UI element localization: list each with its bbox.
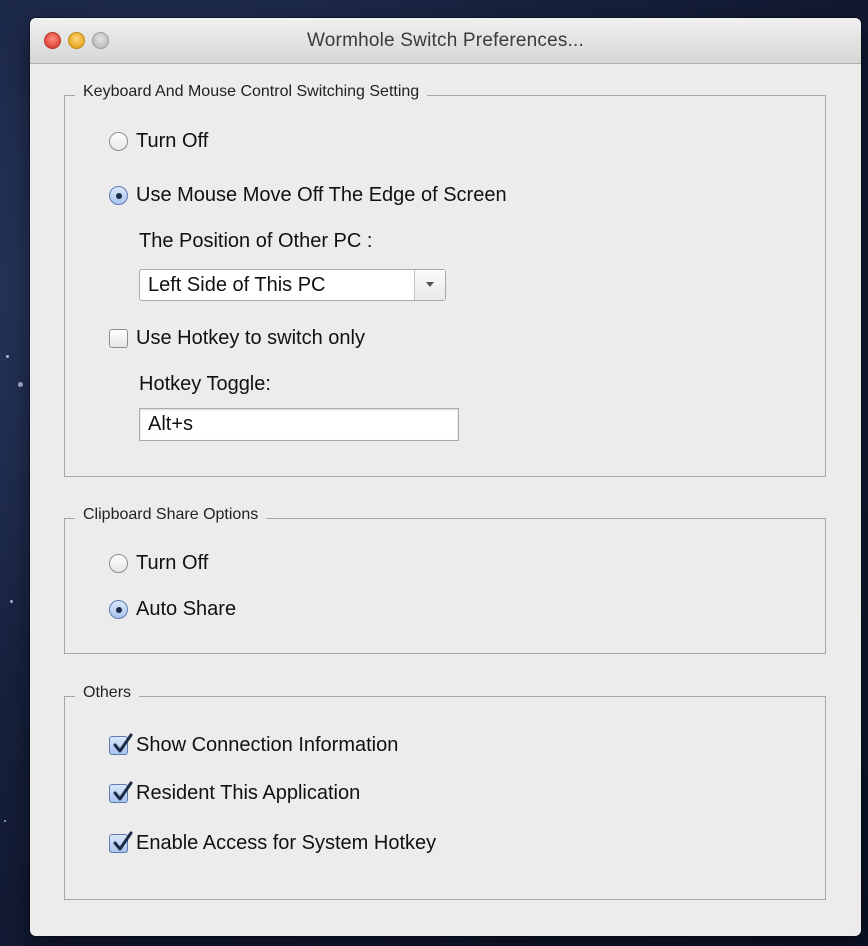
group-legend: Others <box>75 684 140 702</box>
km-use-edge-option[interactable]: Use Mouse Move Off The Edge of Screen <box>109 184 507 207</box>
option-label: Use Mouse Move Off The Edge of Screen <box>136 184 507 206</box>
checkbox[interactable] <box>109 329 128 348</box>
others-group: Others Show Connection Information Resid… <box>64 684 826 900</box>
position-label: The Position of Other PC : <box>139 230 372 253</box>
clipboard-turn-off-option[interactable]: Turn Off <box>109 552 208 575</box>
clipboard-auto-share-option[interactable]: Auto Share <box>109 598 236 621</box>
option-label: Resident This Application <box>136 782 361 804</box>
resident-application-option[interactable]: Resident This Application <box>109 781 361 805</box>
chevron-down-icon[interactable] <box>414 270 445 300</box>
background-star <box>6 355 9 358</box>
checkmark-icon <box>113 781 133 801</box>
option-label: Auto Share <box>136 598 237 620</box>
hotkey-toggle-label: Hotkey Toggle: <box>139 373 271 396</box>
km-turn-off-option[interactable]: Turn Off <box>109 130 208 153</box>
option-label: Turn Off <box>136 130 209 152</box>
title-bar[interactable]: Wormhole Switch Preferences... <box>30 18 861 64</box>
background-star <box>10 600 13 603</box>
dropdown-value: Left Side of This PC <box>148 273 326 296</box>
system-hotkey-access-option[interactable]: Enable Access for System Hotkey <box>109 831 437 855</box>
checkbox-checked[interactable] <box>109 781 133 803</box>
option-label: Show Connection Information <box>136 734 399 756</box>
label-text: The Position of Other PC : <box>139 230 373 252</box>
option-label: Enable Access for System Hotkey <box>136 832 437 854</box>
background-star <box>18 382 23 387</box>
radio-button[interactable] <box>109 132 128 151</box>
checkmark-icon <box>113 831 133 851</box>
position-dropdown[interactable]: Left Side of This PC <box>139 269 446 301</box>
checkmark-icon <box>113 733 133 753</box>
option-label: Use Hotkey to switch only <box>136 327 365 349</box>
preferences-window: Wormhole Switch Preferences... Keyboard … <box>30 18 861 936</box>
keyboard-mouse-group: Keyboard And Mouse Control Switching Set… <box>64 83 826 477</box>
group-legend: Clipboard Share Options <box>75 506 267 524</box>
checkbox-checked[interactable] <box>109 733 133 755</box>
window-title: Wormhole Switch Preferences... <box>306 30 585 51</box>
clipboard-group: Clipboard Share Options Turn Off Auto Sh… <box>64 506 826 654</box>
radio-button-selected[interactable] <box>109 186 128 205</box>
hotkey-only-option[interactable]: Use Hotkey to switch only <box>109 327 365 350</box>
option-label: Turn Off <box>136 552 209 574</box>
radio-button[interactable] <box>109 554 128 573</box>
radio-button-selected[interactable] <box>109 600 128 619</box>
label-text: Hotkey Toggle: <box>139 373 271 395</box>
background-star <box>4 820 6 822</box>
checkbox-checked[interactable] <box>109 831 133 853</box>
hotkey-input[interactable]: Alt+s <box>139 408 459 441</box>
show-connection-info-option[interactable]: Show Connection Information <box>109 733 399 757</box>
group-legend: Keyboard And Mouse Control Switching Set… <box>75 83 428 101</box>
